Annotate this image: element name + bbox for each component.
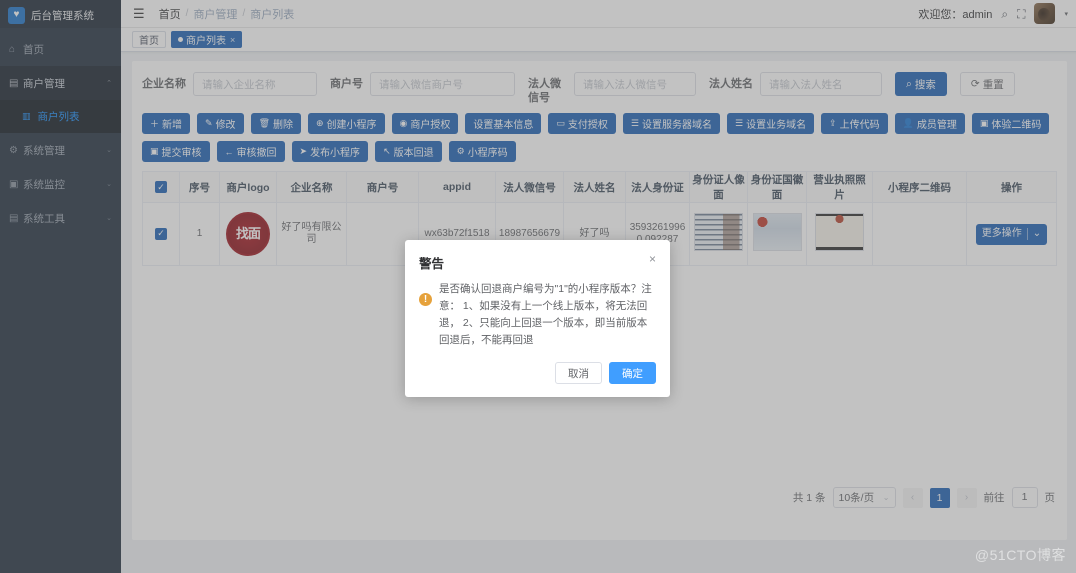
dialog-header: 警告 × bbox=[405, 240, 670, 272]
warning-icon: ! bbox=[419, 293, 432, 306]
dialog-footer: 取消 确定 bbox=[405, 349, 670, 397]
dialog-message: 是否确认回退商户编号为"1"的小程序版本？注意： 1、如果没有上一个线上版本，将… bbox=[439, 283, 652, 346]
confirm-button[interactable]: 确定 bbox=[609, 362, 656, 384]
warning-dialog: 警告 × ! 是否确认回退商户编号为"1"的小程序版本？注意： 1、如果没有上一… bbox=[405, 240, 670, 397]
dialog-title: 警告 bbox=[419, 257, 445, 271]
app-root: ♥ 后台管理系统 ⌂ 首页 ▤ 商户管理 ⌃ ▥ 商户列表 ⚙ 系统管理 ⌄ ▣… bbox=[0, 0, 1076, 573]
watermark: @51CTO博客 bbox=[974, 547, 1066, 563]
close-icon[interactable]: × bbox=[649, 253, 656, 265]
dialog-body: ! 是否确认回退商户编号为"1"的小程序版本？注意： 1、如果没有上一个线上版本… bbox=[405, 272, 670, 349]
cancel-button[interactable]: 取消 bbox=[555, 362, 602, 384]
